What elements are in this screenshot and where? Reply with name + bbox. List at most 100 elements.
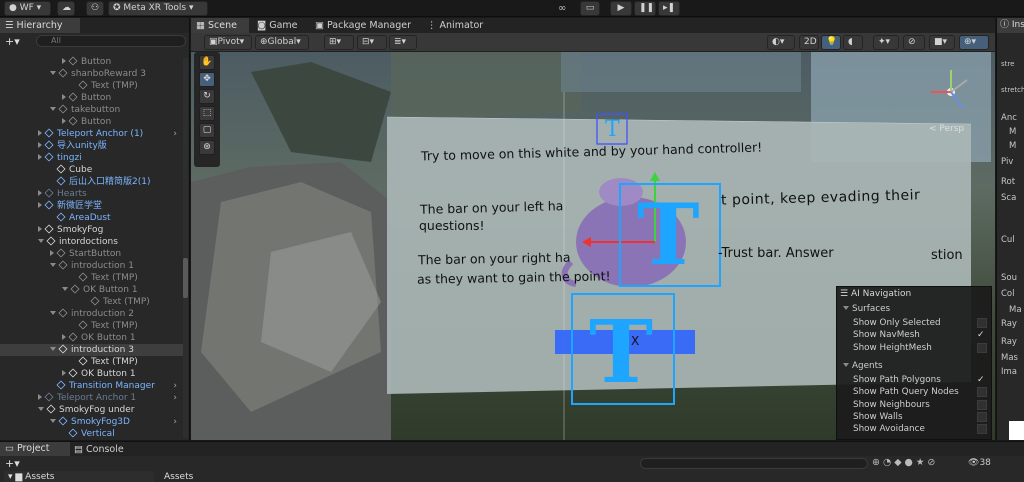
hierarchy-row[interactable]: SmokyFog3D › — [0, 416, 183, 428]
pivot-dropdown[interactable]: ▣Pivot▾ — [204, 35, 252, 50]
hierarchy-row[interactable]: introduction 3 — [0, 344, 183, 356]
hierarchy-row[interactable]: tingzi — [0, 152, 183, 164]
scale-tool-icon[interactable]: ⬚ — [199, 106, 215, 121]
hierarchy-row[interactable]: introduction 1 — [0, 260, 183, 272]
hierarchy-row[interactable]: Transition Manager › — [0, 380, 183, 392]
assets-folder[interactable]: ▾ ▆ Assets — [4, 471, 154, 482]
align-icon[interactable]: ≣▾ — [389, 35, 417, 50]
collapse-arrow-icon[interactable] — [38, 394, 42, 400]
hidden-objects-icon[interactable]: ⊘ — [903, 35, 925, 50]
hierarchy-row[interactable]: 新微匠学堂 — [0, 200, 183, 212]
collapse-arrow-icon[interactable] — [38, 130, 42, 136]
hierarchy-row[interactable]: introduction 2 — [0, 308, 183, 320]
tab-game[interactable]: ◙ Game — [257, 20, 298, 31]
hierarchy-row[interactable]: Text (TMP) — [0, 320, 183, 332]
collapse-arrow-icon[interactable] — [38, 226, 42, 232]
nav-option-checkbox[interactable]: ✓ — [977, 375, 987, 385]
hierarchy-row[interactable]: AreaDust — [0, 212, 183, 224]
expand-arrow-icon[interactable] — [50, 263, 56, 267]
cloud-icon[interactable]: ☁ — [57, 1, 75, 16]
project-search-input[interactable] — [640, 458, 868, 469]
hierarchy-row[interactable]: SmokyFog — [0, 224, 183, 236]
gizmos-icon[interactable]: ⊕▾ — [959, 35, 989, 50]
rotate-tool-icon[interactable]: ↻ — [199, 89, 215, 104]
rect-tool-icon[interactable]: ▢ — [199, 123, 215, 138]
hierarchy-row[interactable]: takebutton — [0, 104, 183, 116]
play-button[interactable]: ▶ — [610, 1, 632, 16]
expand-arrow-icon[interactable] — [38, 407, 44, 411]
increment-snap-icon[interactable]: ⊟▾ — [357, 35, 387, 50]
filter-icons[interactable]: ⊕◔◆●★⊘ — [872, 457, 938, 468]
nav-section-header[interactable]: Surfaces — [843, 303, 890, 315]
hand-tool-icon[interactable]: ✋ — [199, 55, 215, 70]
tab-project[interactable]: ▭ Project — [0, 442, 70, 456]
hierarchy-row[interactable]: OK Button 1 — [0, 332, 183, 344]
audio-icon[interactable]: ◖ — [843, 35, 863, 50]
collapse-arrow-icon[interactable] — [38, 190, 42, 196]
collapse-arrow-icon[interactable] — [62, 370, 66, 376]
camera-icon[interactable]: ■▾ — [929, 35, 955, 50]
expand-arrow-icon[interactable] — [62, 287, 68, 291]
meta-xr-tools-dropdown[interactable]: ✪ Meta XR Tools ▾ — [108, 1, 208, 16]
infinity-icon[interactable]: ∞ — [558, 3, 566, 14]
tab-console[interactable]: ▤ Console — [74, 444, 124, 455]
nav-option-checkbox[interactable]: ✓ — [977, 330, 987, 340]
collab-icon[interactable]: ⚇ — [86, 1, 104, 16]
collapse-arrow-icon[interactable] — [38, 142, 42, 148]
hierarchy-row[interactable]: Cube — [0, 164, 183, 176]
hierarchy-row[interactable]: OK Button 1 — [0, 368, 183, 380]
draw-mode-icon[interactable]: ◐▾ — [767, 35, 795, 50]
hierarchy-row[interactable]: Teleport Anchor (1) › — [0, 128, 183, 140]
device-icon[interactable]: ▭ — [580, 1, 600, 16]
hierarchy-row[interactable]: StartButton — [0, 248, 183, 260]
hierarchy-row[interactable]: shanboReward 3 — [0, 68, 183, 80]
hierarchy-search-input[interactable]: All — [36, 35, 186, 47]
collapse-arrow-icon[interactable] — [38, 202, 42, 208]
persp-label[interactable]: < Persp — [929, 124, 964, 134]
nav-option-checkbox[interactable] — [977, 387, 987, 398]
global-dropdown[interactable]: ⊕Global▾ — [255, 35, 309, 50]
more-arrow-icon[interactable]: › — [173, 128, 177, 140]
hierarchy-row[interactable]: Vertical — [0, 428, 183, 440]
expand-arrow-icon[interactable] — [38, 239, 44, 243]
nav-option-checkbox[interactable] — [977, 342, 987, 353]
add-icon[interactable]: +▾ — [5, 35, 20, 48]
tab-scene[interactable]: ▦ Scene — [191, 18, 249, 33]
2d-toggle[interactable]: 2D — [799, 35, 819, 50]
hierarchy-scrollbar[interactable] — [183, 58, 188, 438]
expand-arrow-icon[interactable] — [50, 71, 56, 75]
tab-inspector[interactable]: ⓘ Ins — [997, 18, 1024, 33]
hierarchy-row[interactable]: SmokyFog under — [0, 404, 183, 416]
expand-arrow-icon[interactable] — [50, 311, 56, 315]
hierarchy-row[interactable]: Teleport Anchor 1 › — [0, 392, 183, 404]
grid-snap-icon[interactable]: ⊞▾ — [324, 35, 354, 50]
hierarchy-row[interactable]: Button — [0, 116, 183, 128]
tab-package-manager[interactable]: ▣ Package Manager — [315, 20, 411, 31]
collapse-arrow-icon[interactable] — [62, 334, 66, 340]
collapse-arrow-icon[interactable] — [62, 118, 66, 124]
step-button[interactable]: ▸❚ — [658, 1, 680, 16]
collapse-arrow-icon[interactable] — [62, 94, 66, 100]
transform-tool-icon[interactable]: ⊛ — [199, 140, 215, 155]
hierarchy-row[interactable]: Text (TMP) — [0, 356, 183, 368]
more-arrow-icon[interactable]: › — [173, 416, 177, 428]
collapse-arrow-icon[interactable] — [62, 58, 66, 64]
tab-hierarchy[interactable]: ☰ Hierarchy — [0, 18, 80, 33]
move-tool-icon[interactable]: ✥ — [199, 72, 215, 87]
hierarchy-row[interactable]: Button — [0, 92, 183, 104]
hierarchy-row[interactable]: 后山入口精简版2(1) — [0, 176, 183, 188]
nav-option-checkbox[interactable] — [977, 411, 987, 422]
hierarchy-row[interactable]: intordoctions — [0, 236, 183, 248]
hierarchy-row[interactable]: Button — [0, 56, 183, 68]
hierarchy-row[interactable]: Text (TMP) — [0, 80, 183, 92]
nav-option-checkbox[interactable] — [977, 399, 987, 410]
collapse-arrow-icon[interactable] — [50, 250, 54, 256]
expand-arrow-icon[interactable] — [50, 107, 56, 111]
hierarchy-row[interactable]: Text (TMP) — [0, 272, 183, 284]
expand-arrow-icon[interactable] — [50, 419, 56, 423]
nav-section-header[interactable]: Agents — [843, 360, 883, 372]
effects-icon[interactable]: ✦▾ — [873, 35, 899, 50]
more-arrow-icon[interactable]: › — [173, 392, 177, 404]
hierarchy-row[interactable]: 导入unity版 — [0, 140, 183, 152]
assets-breadcrumb[interactable]: Assets — [164, 472, 193, 482]
